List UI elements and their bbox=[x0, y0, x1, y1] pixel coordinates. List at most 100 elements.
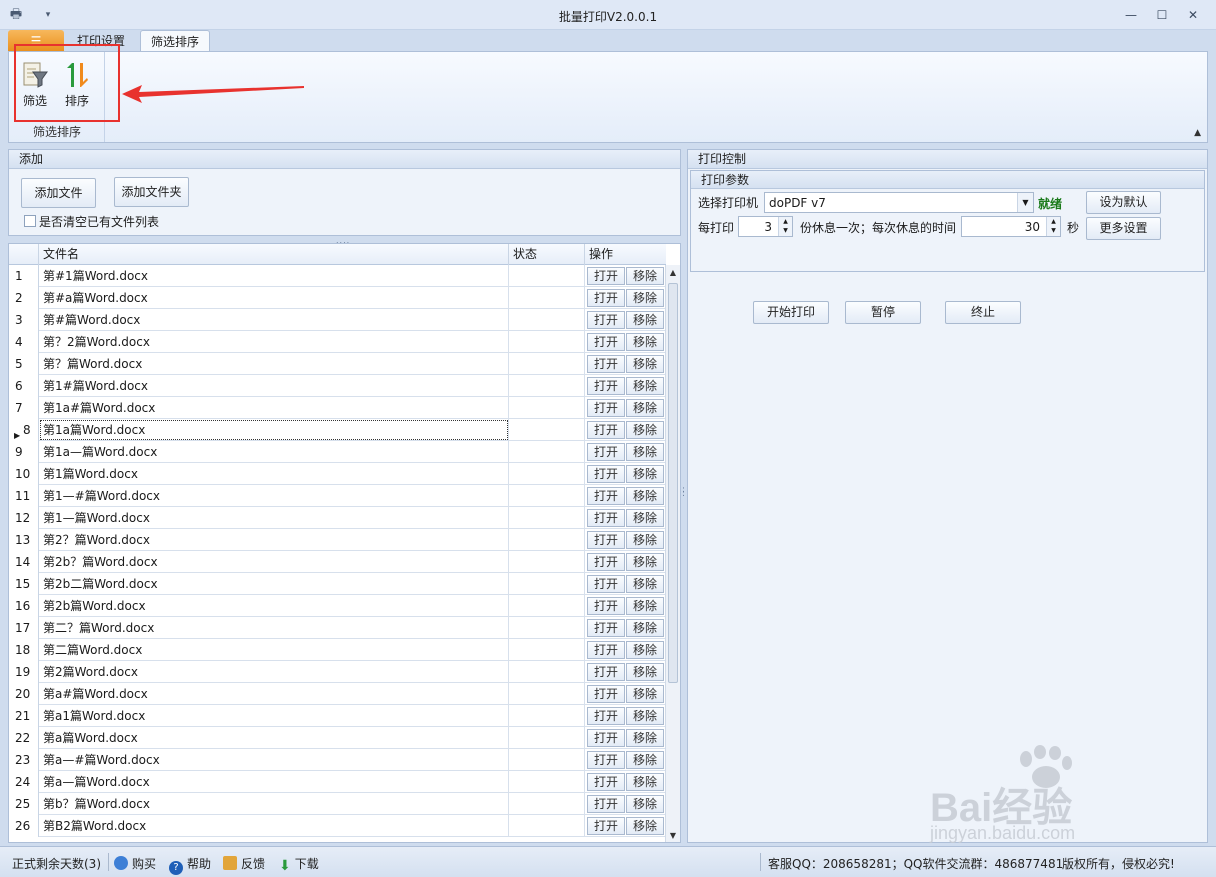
stop-button[interactable]: 终止 bbox=[945, 301, 1021, 324]
row-filename[interactable]: 第？篇Word.docx bbox=[39, 353, 509, 375]
remove-file-button[interactable]: 移除 bbox=[626, 795, 664, 813]
open-file-button[interactable]: 打开 bbox=[587, 377, 625, 395]
row-filename[interactable]: 第2b篇Word.docx bbox=[39, 595, 509, 617]
row-filename[interactable]: 第1—#篇Word.docx bbox=[39, 485, 509, 507]
row-filename[interactable]: 第a#篇Word.docx bbox=[39, 683, 509, 705]
row-filename[interactable]: 第2？篇Word.docx bbox=[39, 529, 509, 551]
table-row[interactable]: 14 第2b？篇Word.docx 打开 移除 bbox=[9, 551, 666, 573]
table-row[interactable]: 16 第2b篇Word.docx 打开 移除 bbox=[9, 595, 666, 617]
remove-file-button[interactable]: 移除 bbox=[626, 487, 664, 505]
open-file-button[interactable]: 打开 bbox=[587, 795, 625, 813]
ribbon-collapse-icon[interactable]: ▲ bbox=[1194, 128, 1201, 138]
table-row[interactable]: 19 第2篇Word.docx 打开 移除 bbox=[9, 661, 666, 683]
open-file-button[interactable]: 打开 bbox=[587, 421, 625, 439]
table-row[interactable]: 12 第1—篇Word.docx 打开 移除 bbox=[9, 507, 666, 529]
table-row[interactable]: 9 第1a—篇Word.docx 打开 移除 bbox=[9, 441, 666, 463]
open-file-button[interactable]: 打开 bbox=[587, 443, 625, 461]
feedback-link[interactable]: 反馈 bbox=[223, 855, 265, 872]
open-file-button[interactable]: 打开 bbox=[587, 707, 625, 725]
header-filename[interactable]: 文件名 bbox=[39, 244, 509, 265]
row-filename[interactable]: 第b？篇Word.docx bbox=[39, 793, 509, 815]
row-filename[interactable]: 第1a—篇Word.docx bbox=[39, 441, 509, 463]
row-filename[interactable]: 第a1篇Word.docx bbox=[39, 705, 509, 727]
open-file-button[interactable]: 打开 bbox=[587, 399, 625, 417]
grid-scrollbar[interactable]: ▲ ▼ bbox=[665, 265, 680, 842]
open-file-button[interactable]: 打开 bbox=[587, 333, 625, 351]
table-row[interactable]: 5 第？篇Word.docx 打开 移除 bbox=[9, 353, 666, 375]
row-filename[interactable]: 第a—篇Word.docx bbox=[39, 771, 509, 793]
set-default-button[interactable]: 设为默认 bbox=[1086, 191, 1161, 214]
row-filename[interactable]: 第1a篇Word.docx bbox=[39, 419, 509, 441]
row-filename[interactable]: 第#篇Word.docx bbox=[39, 309, 509, 331]
open-file-button[interactable]: 打开 bbox=[587, 751, 625, 769]
open-file-button[interactable]: 打开 bbox=[587, 465, 625, 483]
table-row[interactable]: 21 第a1篇Word.docx 打开 移除 bbox=[9, 705, 666, 727]
header-status[interactable]: 状态 bbox=[509, 244, 585, 265]
table-row[interactable]: 17 第二？篇Word.docx 打开 移除 bbox=[9, 617, 666, 639]
scroll-thumb[interactable] bbox=[668, 283, 678, 683]
table-row[interactable]: 26 第B2篇Word.docx 打开 移除 bbox=[9, 815, 666, 837]
table-row[interactable]: 25 第b？篇Word.docx 打开 移除 bbox=[9, 793, 666, 815]
table-row[interactable]: 24 第a—篇Word.docx 打开 移除 bbox=[9, 771, 666, 793]
open-file-button[interactable]: 打开 bbox=[587, 575, 625, 593]
remove-file-button[interactable]: 移除 bbox=[626, 707, 664, 725]
clear-list-checkbox[interactable] bbox=[24, 215, 36, 227]
open-file-button[interactable]: 打开 bbox=[587, 773, 625, 791]
table-row[interactable]: 18 第二篇Word.docx 打开 移除 bbox=[9, 639, 666, 661]
row-filename[interactable]: 第2b二篇Word.docx bbox=[39, 573, 509, 595]
open-file-button[interactable]: 打开 bbox=[587, 311, 625, 329]
table-row[interactable]: 23 第a—#篇Word.docx 打开 移除 bbox=[9, 749, 666, 771]
remove-file-button[interactable]: 移除 bbox=[626, 377, 664, 395]
help-link[interactable]: ? 帮助 bbox=[169, 855, 211, 875]
remove-file-button[interactable]: 移除 bbox=[626, 465, 664, 483]
remove-file-button[interactable]: 移除 bbox=[626, 663, 664, 681]
remove-file-button[interactable]: 移除 bbox=[626, 597, 664, 615]
remove-file-button[interactable]: 移除 bbox=[626, 267, 664, 285]
table-row[interactable]: 13 第2？篇Word.docx 打开 移除 bbox=[9, 529, 666, 551]
row-filename[interactable]: 第1—篇Word.docx bbox=[39, 507, 509, 529]
remove-file-button[interactable]: 移除 bbox=[626, 641, 664, 659]
open-file-button[interactable]: 打开 bbox=[587, 487, 625, 505]
table-row[interactable]: 10 第1篇Word.docx 打开 移除 bbox=[9, 463, 666, 485]
open-file-button[interactable]: 打开 bbox=[587, 355, 625, 373]
minimize-icon[interactable]: — bbox=[1120, 6, 1142, 24]
open-file-button[interactable]: 打开 bbox=[587, 729, 625, 747]
copies-stepper[interactable]: 3 ▲ ▼ bbox=[738, 216, 793, 237]
row-filename[interactable]: 第？2篇Word.docx bbox=[39, 331, 509, 353]
row-filename[interactable]: 第#a篇Word.docx bbox=[39, 287, 509, 309]
table-row[interactable]: 11 第1—#篇Word.docx 打开 移除 bbox=[9, 485, 666, 507]
remove-file-button[interactable]: 移除 bbox=[626, 289, 664, 307]
open-file-button[interactable]: 打开 bbox=[587, 817, 625, 835]
chevron-down-icon[interactable]: ▼ bbox=[1017, 193, 1033, 212]
open-file-button[interactable]: 打开 bbox=[587, 509, 625, 527]
remove-file-button[interactable]: 移除 bbox=[626, 751, 664, 769]
open-file-button[interactable]: 打开 bbox=[587, 531, 625, 549]
remove-file-button[interactable]: 移除 bbox=[626, 575, 664, 593]
stepper-arrows-icon[interactable]: ▲ ▼ bbox=[778, 217, 792, 236]
open-file-button[interactable]: 打开 bbox=[587, 267, 625, 285]
open-file-button[interactable]: 打开 bbox=[587, 641, 625, 659]
tab-filter-sort[interactable]: 筛选排序 bbox=[140, 30, 210, 52]
table-row[interactable]: 4 第？2篇Word.docx 打开 移除 bbox=[9, 331, 666, 353]
row-filename[interactable]: 第二？篇Word.docx bbox=[39, 617, 509, 639]
table-row[interactable]: 22 第a篇Word.docx 打开 移除 bbox=[9, 727, 666, 749]
remove-file-button[interactable]: 移除 bbox=[626, 421, 664, 439]
close-icon[interactable]: ✕ bbox=[1182, 6, 1204, 24]
table-row[interactable]: 7 第1a#篇Word.docx 打开 移除 bbox=[9, 397, 666, 419]
remove-file-button[interactable]: 移除 bbox=[626, 311, 664, 329]
table-row[interactable]: 2 第#a篇Word.docx 打开 移除 bbox=[9, 287, 666, 309]
table-row[interactable]: 6 第1#篇Word.docx 打开 移除 bbox=[9, 375, 666, 397]
maximize-icon[interactable]: ☐ bbox=[1151, 6, 1173, 24]
more-settings-button[interactable]: 更多设置 bbox=[1086, 217, 1161, 240]
remove-file-button[interactable]: 移除 bbox=[626, 399, 664, 417]
open-file-button[interactable]: 打开 bbox=[587, 597, 625, 615]
row-filename[interactable]: 第1#篇Word.docx bbox=[39, 375, 509, 397]
table-row[interactable]: 20 第a#篇Word.docx 打开 移除 bbox=[9, 683, 666, 705]
open-file-button[interactable]: 打开 bbox=[587, 289, 625, 307]
row-filename[interactable]: 第2b？篇Word.docx bbox=[39, 551, 509, 573]
remove-file-button[interactable]: 移除 bbox=[626, 333, 664, 351]
row-filename[interactable]: 第a篇Word.docx bbox=[39, 727, 509, 749]
vertical-splitter-grip[interactable]: :: bbox=[682, 486, 685, 499]
row-filename[interactable]: 第1篇Word.docx bbox=[39, 463, 509, 485]
scroll-up-icon[interactable]: ▲ bbox=[668, 268, 678, 277]
